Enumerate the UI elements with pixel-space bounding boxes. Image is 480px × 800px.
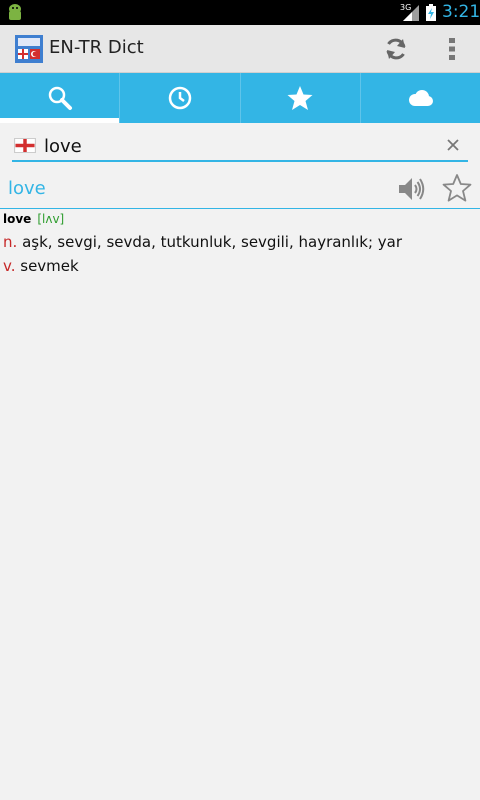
search-icon (48, 86, 72, 110)
more-vert-icon (449, 38, 455, 60)
speaker-icon[interactable] (396, 174, 426, 204)
refresh-button[interactable] (378, 31, 414, 67)
android-notification-icon (9, 4, 21, 20)
status-bar: 3G 3:21 (0, 0, 480, 25)
definition-panel: love [lʌv] n. aşk, sevgi, sevda, tutkunlu… (3, 212, 473, 278)
sense-text: aşk, sevgi, sevda, tutkunluk, sevgili, h… (22, 233, 403, 251)
tab-search[interactable] (0, 73, 121, 123)
headword-line: love [lʌv] (3, 212, 473, 226)
refresh-icon (386, 38, 406, 60)
tab-favorites[interactable] (241, 73, 361, 123)
status-time: 3:21 (442, 2, 480, 22)
headword: love (3, 212, 32, 226)
cloud-icon (409, 90, 434, 106)
english-flag-icon[interactable] (14, 138, 36, 153)
sense-noun: n. aşk, sevgi, sevda, tutkunluk, sevgili… (3, 230, 473, 254)
overflow-menu-button[interactable] (438, 31, 466, 67)
app-title: EN-TR Dict (49, 37, 144, 58)
part-of-speech: v. (3, 257, 16, 275)
clear-search-button[interactable] (444, 136, 462, 154)
tab-cloud[interactable] (361, 73, 480, 123)
history-icon (168, 86, 192, 110)
favorite-star-icon[interactable] (442, 173, 472, 203)
entry-word: love (8, 178, 46, 199)
signal-icon (403, 5, 419, 21)
search-input[interactable] (44, 134, 434, 158)
tab-bar (0, 73, 480, 123)
app-logo-icon (15, 35, 43, 63)
sense-verb: v. sevmek (3, 254, 473, 278)
battery-icon (426, 4, 436, 21)
pronunciation: [lʌv] (37, 212, 65, 226)
action-bar: EN-TR Dict (0, 25, 480, 73)
search-bar (12, 132, 468, 162)
part-of-speech: n. (3, 233, 18, 251)
tab-history[interactable] (120, 73, 241, 123)
word-header: love (0, 170, 480, 209)
sense-text: sevmek (20, 257, 79, 275)
favorites-icon (287, 86, 313, 110)
